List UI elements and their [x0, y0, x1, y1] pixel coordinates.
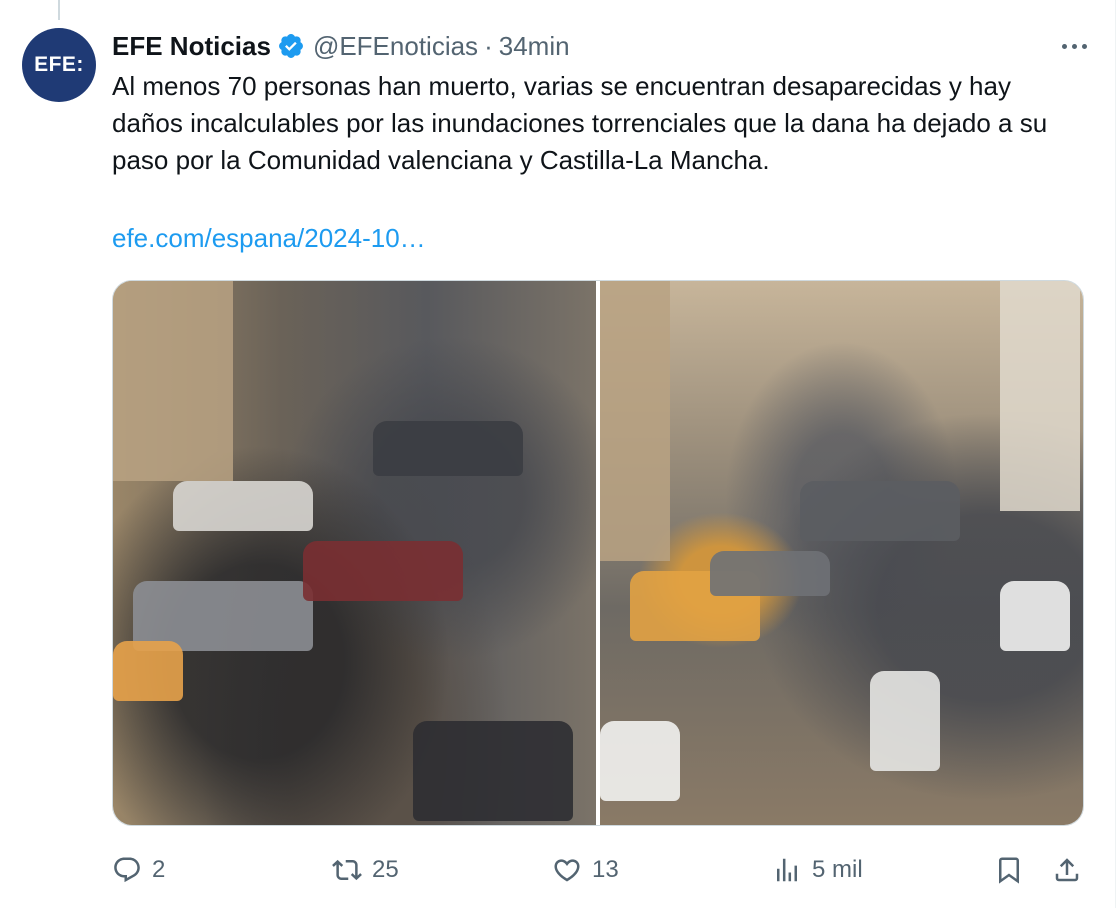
retweet-count: 25: [372, 856, 399, 883]
reply-icon: [114, 857, 140, 883]
more-dot: [1081, 43, 1087, 49]
more-dot: [1071, 43, 1077, 49]
share-button[interactable]: [1052, 850, 1082, 890]
thread-connector-line: [58, 0, 60, 20]
display-name[interactable]: EFE Noticias: [112, 31, 271, 62]
timestamp[interactable]: 34min: [499, 31, 570, 62]
share-icon: [1055, 858, 1079, 882]
separator-dot: ·: [484, 30, 493, 61]
retweet-icon: [332, 859, 362, 881]
tweet-media: [112, 280, 1084, 826]
views-count: 5 mil: [812, 856, 863, 883]
bookmark-icon: [999, 857, 1019, 884]
tweet-text: Al menos 70 personas han muerto, varias …: [112, 71, 1048, 175]
tweet-link[interactable]: efe.com/espana/2024-10…: [112, 220, 426, 257]
retweet-button[interactable]: 25: [332, 850, 399, 890]
verified-badge-icon[interactable]: [277, 32, 305, 60]
tweet-header: EFE Noticias @EFEnoticias · 34min: [112, 28, 570, 64]
media-photo-right[interactable]: [600, 281, 1083, 825]
more-horizontal-icon[interactable]: [1054, 30, 1094, 62]
like-button[interactable]: 13: [552, 850, 619, 890]
avatar-logo-text: EFE:: [34, 53, 84, 76]
reply-count: 2: [152, 856, 166, 883]
bookmark-button[interactable]: [994, 850, 1024, 890]
media-photo-left[interactable]: [113, 281, 596, 825]
timeline-border: [1115, 0, 1116, 908]
views-chart-icon: [777, 858, 797, 882]
heart-icon: [554, 859, 580, 882]
views-button[interactable]: 5 mil: [772, 850, 863, 890]
avatar[interactable]: EFE:: [22, 28, 96, 102]
tweet-action-bar: 2 25 13 5 mil: [112, 850, 1084, 890]
like-count: 13: [592, 856, 619, 883]
more-dot: [1061, 43, 1067, 49]
handle[interactable]: @EFEnoticias: [313, 31, 478, 62]
reply-button[interactable]: 2: [112, 850, 165, 890]
